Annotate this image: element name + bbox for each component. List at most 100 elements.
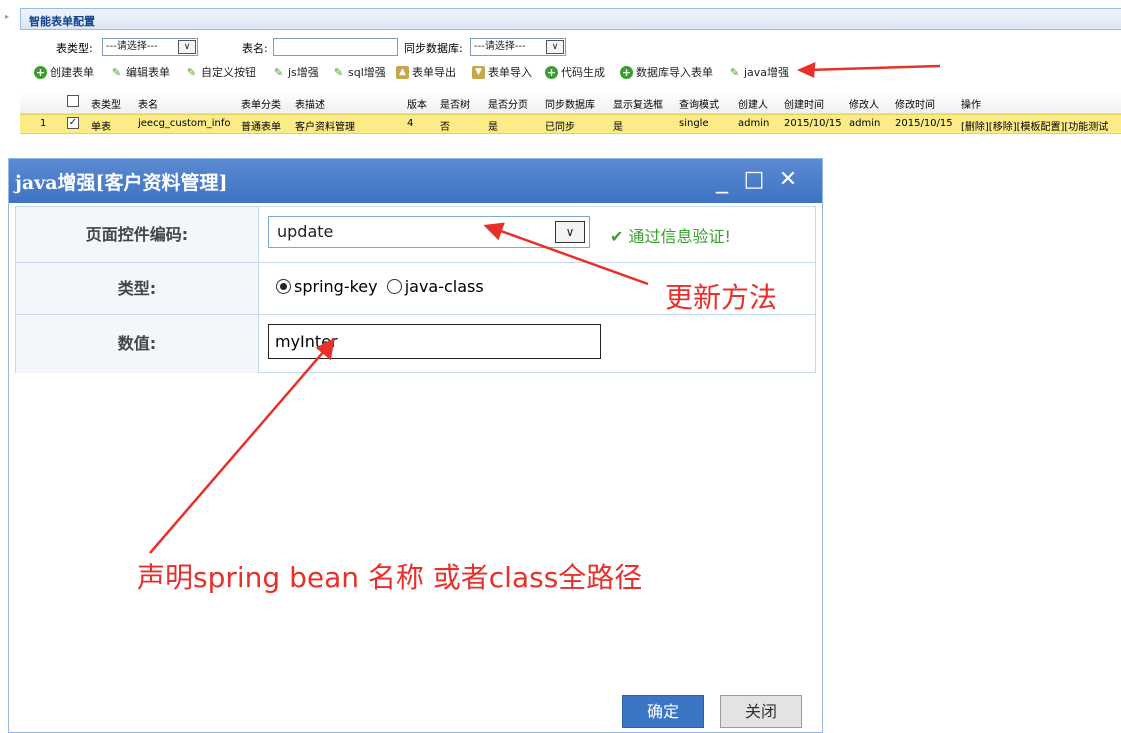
spring-key-label[interactable]: spring-key (294, 277, 378, 296)
toolbar-label: js增强 (288, 66, 319, 79)
toolbar-label: 表单导入 (488, 66, 532, 79)
dialog-titlebar[interactable]: java增强[客户资料管理] _ □ ✕ (9, 159, 822, 203)
control-code-select[interactable]: update ∨ (268, 216, 590, 248)
table-cell: single (679, 118, 709, 129)
value-row: 数值: myInter (16, 315, 815, 373)
table-header: 表类型 表名 表单分类 表描述 版本 是否树 是否分页 同步数据库 显示复选框 … (20, 92, 1121, 114)
column-header[interactable]: 修改人 (849, 96, 879, 111)
column-header[interactable]: 是否分页 (488, 96, 528, 111)
value-input[interactable]: myInter (268, 324, 601, 359)
code-row: 页面控件编码: update ∨ ✔ 通过信息验证! (16, 207, 815, 263)
sync-db-label: 同步数据库: (404, 42, 463, 55)
table-type-value: ---请选择--- (106, 41, 158, 52)
chevron-down-icon[interactable]: ∨ (178, 40, 196, 54)
table-name-input[interactable] (273, 38, 398, 56)
table-cell: 4 (407, 118, 414, 129)
create-form-button[interactable]: + 创建表单 (34, 62, 94, 82)
column-header[interactable]: 是否树 (440, 96, 470, 111)
column-header[interactable]: 操作 (961, 96, 981, 111)
row-index: 1 (40, 118, 47, 129)
table-type-label: 表类型: (56, 42, 93, 55)
chevron-down-icon[interactable]: ∨ (555, 221, 585, 243)
control-code-value: update (277, 222, 334, 241)
search-bar: 表类型: ---请选择--- ∨ 表名: 同步数据库: ---请选择--- ∨ (20, 36, 1121, 60)
code-generate-button[interactable]: + 代码生成 (545, 62, 605, 82)
column-header[interactable]: 表单分类 (241, 96, 281, 111)
dialog-title: java增强[客户资料管理] (15, 172, 228, 194)
pencil-icon: ✎ (333, 65, 344, 79)
pencil-icon: ✎ (111, 65, 122, 79)
toolbar-label: 数据库导入表单 (636, 66, 713, 79)
code-label: 页面控件编码: (16, 207, 259, 262)
sql-enhance-button[interactable]: ✎ sql增强 (332, 62, 386, 82)
panel-title: 智能表单配置 (29, 15, 95, 28)
java-class-radio[interactable] (386, 279, 402, 294)
pencil-icon: ✎ (186, 65, 197, 79)
table-cell: 普通表单 (241, 122, 281, 133)
ok-button[interactable]: 确定 (622, 695, 704, 728)
form-export-button[interactable]: ▲ 表单导出 (396, 62, 456, 82)
annotation-update-method: 更新方法 (665, 281, 778, 314)
table-cell: admin (738, 118, 770, 129)
column-header[interactable]: 版本 (407, 96, 427, 111)
column-header[interactable]: 修改时间 (895, 96, 935, 111)
column-header[interactable]: 表描述 (295, 96, 325, 111)
js-enhance-button[interactable]: ✎ js增强 (272, 62, 319, 82)
table-cell: admin (849, 118, 881, 129)
maximize-icon[interactable]: □ (741, 165, 767, 195)
expand-arrow-icon[interactable]: ▸ (5, 12, 9, 21)
pencil-icon: ✎ (729, 65, 740, 79)
panel-header: 智能表单配置 (20, 8, 1121, 30)
column-header[interactable]: 表类型 (91, 96, 121, 111)
chevron-down-icon[interactable]: ∨ (546, 40, 564, 54)
column-header[interactable]: 显示复选框 (613, 96, 663, 111)
form-import-button[interactable]: ▼ 表单导入 (472, 62, 532, 82)
toolbar-label: 代码生成 (561, 66, 605, 79)
collapse-strip[interactable]: ▸ (0, 0, 18, 150)
sync-db-value: ---请选择--- (474, 41, 526, 52)
pencil-icon: ✎ (273, 65, 284, 79)
type-radio-group: spring-key java-class (276, 277, 484, 296)
toolbar: + 创建表单 ✎ 编辑表单 ✎ 自定义按钮 ✎ js增强 ✎ sql增强 ▲ 表单导出 ▼ 表… (34, 62, 1114, 82)
table-cell: 是 (613, 122, 623, 133)
table-cell: 是 (488, 122, 498, 133)
column-header[interactable]: 创建时间 (784, 96, 824, 111)
annotation-bean-hint: 声明spring bean 名称 或者class全路径 (137, 561, 643, 594)
row-actions[interactable]: [删除][移除][模板配置][功能测试 (961, 118, 1121, 133)
value-label: 数值: (16, 315, 259, 373)
minimize-icon[interactable]: _ (709, 165, 735, 195)
toolbar-label: 创建表单 (50, 66, 94, 79)
value-text: myInter (275, 332, 338, 351)
sync-db-select[interactable]: ---请选择--- ∨ (470, 38, 566, 56)
validation-text: 通过信息验证! (628, 227, 731, 246)
table-cell: 已同步 (545, 122, 575, 133)
close-icon[interactable]: ✕ (775, 165, 801, 195)
custom-button-button[interactable]: ✎ 自定义按钮 (185, 62, 256, 82)
db-import-form-button[interactable]: + 数据库导入表单 (620, 62, 713, 82)
table-cell: 2015/10/15 (895, 118, 953, 129)
column-header[interactable]: 创建人 (738, 96, 768, 111)
table-cell: 否 (440, 122, 450, 133)
java-class-label[interactable]: java-class (405, 277, 484, 296)
export-icon: ▲ (396, 65, 409, 79)
select-all-checkbox[interactable] (67, 95, 79, 107)
toolbar-label: java增强 (744, 66, 790, 79)
table-cell: 2015/10/15 (784, 118, 842, 129)
close-button[interactable]: 关闭 (720, 695, 802, 728)
table-row[interactable]: 1 ✓ 单表 jeecg_custom_info 普通表单 客户资料管理 4 否… (20, 114, 1121, 134)
table-cell: jeecg_custom_info (138, 118, 231, 129)
toolbar-label: 自定义按钮 (201, 66, 256, 79)
check-icon: ✔ (610, 227, 629, 246)
table-type-select[interactable]: ---请选择--- ∨ (102, 38, 198, 56)
java-enhance-button[interactable]: ✎ java增强 (728, 62, 789, 82)
column-header[interactable]: 查询模式 (679, 96, 719, 111)
table-cell: 客户资料管理 (295, 122, 355, 133)
edit-form-button[interactable]: ✎ 编辑表单 (110, 62, 170, 82)
column-header[interactable]: 同步数据库 (545, 96, 595, 111)
toolbar-label: 编辑表单 (126, 66, 170, 79)
column-header[interactable]: 表名 (138, 96, 158, 111)
toolbar-label: sql增强 (348, 66, 386, 79)
spring-key-radio[interactable] (276, 279, 291, 294)
java-enhance-dialog: java增强[客户资料管理] _ □ ✕ 页面控件编码: update ∨ ✔ … (8, 158, 823, 733)
row-checkbox[interactable]: ✓ (67, 117, 79, 129)
